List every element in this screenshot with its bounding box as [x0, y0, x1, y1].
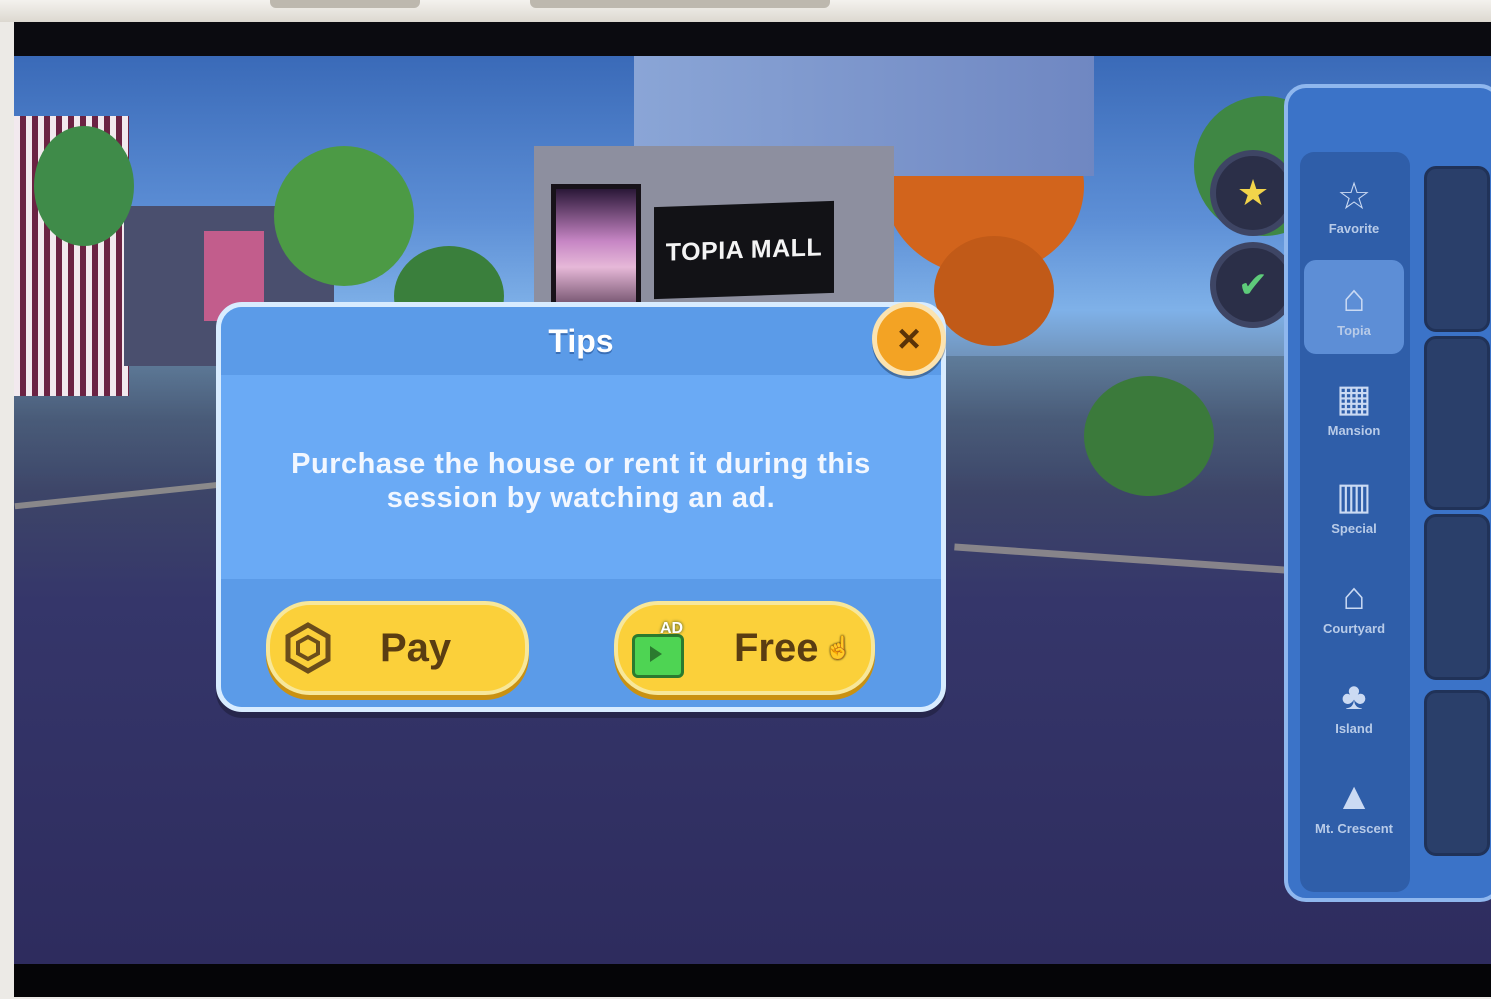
free-ad-button[interactable]: AD Free ☝: [614, 601, 875, 695]
close-button[interactable]: ×: [872, 302, 946, 376]
category-label: Topia: [1337, 322, 1371, 338]
dialog-message: Purchase the house or rent it during thi…: [291, 448, 871, 514]
mansion-icon: ▦: [1336, 377, 1372, 420]
robux-coin-icon: [285, 622, 331, 674]
road-marking: [954, 543, 1314, 576]
house-card[interactable]: [1424, 514, 1490, 680]
dialog-header: Tips: [221, 307, 941, 375]
palm-tree-icon: ♣: [1341, 675, 1367, 718]
house-card[interactable]: [1424, 336, 1490, 510]
building-icon: ▥: [1336, 475, 1372, 518]
ad-video-icon: AD: [632, 620, 686, 678]
category-label: Courtyard: [1322, 620, 1386, 636]
category-island[interactable]: ♣ Island: [1304, 658, 1404, 752]
category-label: Special: [1331, 520, 1377, 536]
category-mt-crescent[interactable]: ▲ Mt. Crescent: [1304, 758, 1404, 852]
tree: [274, 146, 414, 286]
close-icon: ×: [897, 316, 921, 361]
dialog-title: Tips: [548, 322, 614, 359]
house-card[interactable]: [1424, 166, 1490, 332]
autumn-tree: [934, 236, 1054, 346]
pay-button[interactable]: Pay: [266, 601, 529, 695]
category-courtyard[interactable]: ⌂ Courtyard: [1304, 558, 1404, 652]
ad-badge: AD: [660, 620, 684, 637]
screen-bottom-bezel: [14, 964, 1491, 997]
star-outline-icon: ☆: [1336, 175, 1372, 218]
category-topia[interactable]: ⌂ Topia: [1304, 260, 1404, 354]
tree: [34, 126, 134, 246]
category-label: Island: [1335, 720, 1373, 736]
bush: [1084, 376, 1214, 496]
tips-dialog: Tips Purchase the house or rent it durin…: [216, 302, 946, 712]
category-mansion[interactable]: ▦ Mansion: [1304, 360, 1404, 454]
free-button-label: Free: [734, 625, 819, 670]
houses-icon: ⌂: [1342, 277, 1366, 320]
category-label: Mansion: [1327, 422, 1381, 438]
mountain-icon: ▲: [1335, 775, 1373, 818]
category-special[interactable]: ▥ Special: [1304, 458, 1404, 552]
phone-volume-button: [270, 0, 420, 8]
dialog-footer: Pay AD Free ☝: [221, 579, 941, 707]
mall-sign: TOPIA MALL: [654, 200, 834, 300]
category-label: Favorite: [1328, 220, 1380, 236]
category-label: Mt. Crescent: [1314, 820, 1394, 836]
phone-side-button: [530, 0, 830, 8]
phone-frame-top: [0, 0, 1491, 22]
courtyard-house-icon: ⌂: [1342, 575, 1366, 618]
category-favorite[interactable]: ☆ Favorite: [1304, 158, 1404, 252]
pointer-cursor-icon: ☝: [824, 635, 852, 660]
house-card[interactable]: [1424, 690, 1490, 856]
pay-button-label: Pay: [380, 625, 452, 670]
